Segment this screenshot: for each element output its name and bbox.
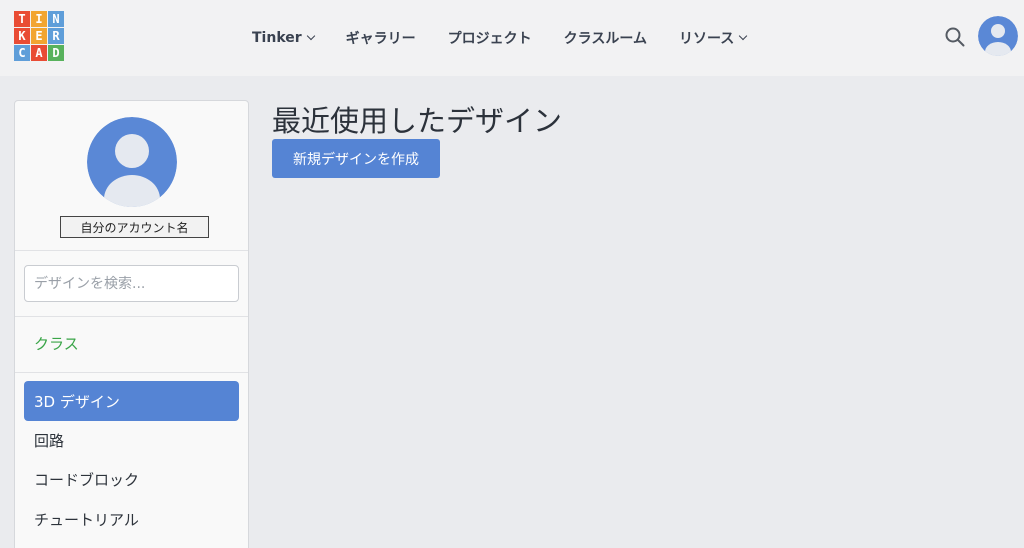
top-navbar: T I N K E R C A D Tinker ギャラリー プロジェクト クラ… bbox=[0, 0, 1024, 76]
user-avatar-icon[interactable] bbox=[978, 16, 1018, 56]
class-link[interactable]: クラス bbox=[34, 333, 79, 354]
nav-projects-label: プロジェクト bbox=[447, 31, 532, 47]
nav-gallery-label: ギャラリー bbox=[345, 31, 416, 47]
sidebar-item-tutorials[interactable]: チュートリアル bbox=[24, 499, 239, 539]
logo-letter: R bbox=[48, 28, 64, 44]
logo-letter: T bbox=[14, 11, 30, 27]
nav-tinker-label: Tinker bbox=[252, 30, 302, 46]
design-search-input[interactable] bbox=[24, 265, 239, 302]
sidebar: 自分のアカウント名 クラス 3D デザイン 回路 コードブロック チュートリアル bbox=[14, 100, 249, 548]
divider bbox=[15, 250, 248, 251]
logo-letter: K bbox=[14, 28, 30, 44]
nav-gallery[interactable]: ギャラリー bbox=[346, 28, 416, 48]
sidebar-item-label: コードブロック bbox=[34, 470, 140, 489]
chevron-down-icon bbox=[306, 31, 315, 41]
search-icon[interactable] bbox=[944, 26, 966, 48]
sidebar-item-3d-design[interactable]: 3D デザイン bbox=[24, 381, 239, 421]
logo-letter: E bbox=[31, 28, 47, 44]
page-title: 最近使用したデザイン bbox=[272, 104, 563, 138]
logo-letter: N bbox=[48, 11, 64, 27]
create-design-button[interactable]: 新規デザインを作成 bbox=[272, 139, 440, 178]
main-nav: Tinker ギャラリー プロジェクト クラスルーム リソース bbox=[252, 0, 778, 76]
divider bbox=[15, 316, 248, 317]
nav-classroom[interactable]: クラスルーム bbox=[564, 28, 647, 48]
logo-letter: C bbox=[14, 45, 30, 61]
nav-resources-label: リソース bbox=[678, 31, 735, 47]
nav-classroom-label: クラスルーム bbox=[563, 31, 647, 47]
tinkercad-logo[interactable]: T I N K E R C A D bbox=[14, 11, 64, 61]
sidebar-item-label: 3D デザイン bbox=[34, 392, 120, 411]
profile-avatar-icon[interactable] bbox=[87, 117, 177, 207]
sidebar-item-label: 回路 bbox=[34, 431, 65, 450]
sidebar-item-label: チュートリアル bbox=[34, 510, 139, 529]
nav-tinker[interactable]: Tinker bbox=[252, 30, 315, 46]
nav-projects[interactable]: プロジェクト bbox=[448, 28, 532, 48]
sidebar-item-circuits[interactable]: 回路 bbox=[24, 420, 239, 460]
nav-resources[interactable]: リソース bbox=[678, 28, 748, 48]
logo-letter: I bbox=[31, 11, 47, 27]
sidebar-item-codeblocks[interactable]: コードブロック bbox=[24, 459, 239, 499]
logo-letter: D bbox=[48, 45, 64, 61]
chevron-down-icon bbox=[739, 31, 748, 41]
logo-letter: A bbox=[31, 45, 47, 61]
account-name-button[interactable]: 自分のアカウント名 bbox=[60, 216, 209, 238]
divider bbox=[15, 372, 248, 373]
